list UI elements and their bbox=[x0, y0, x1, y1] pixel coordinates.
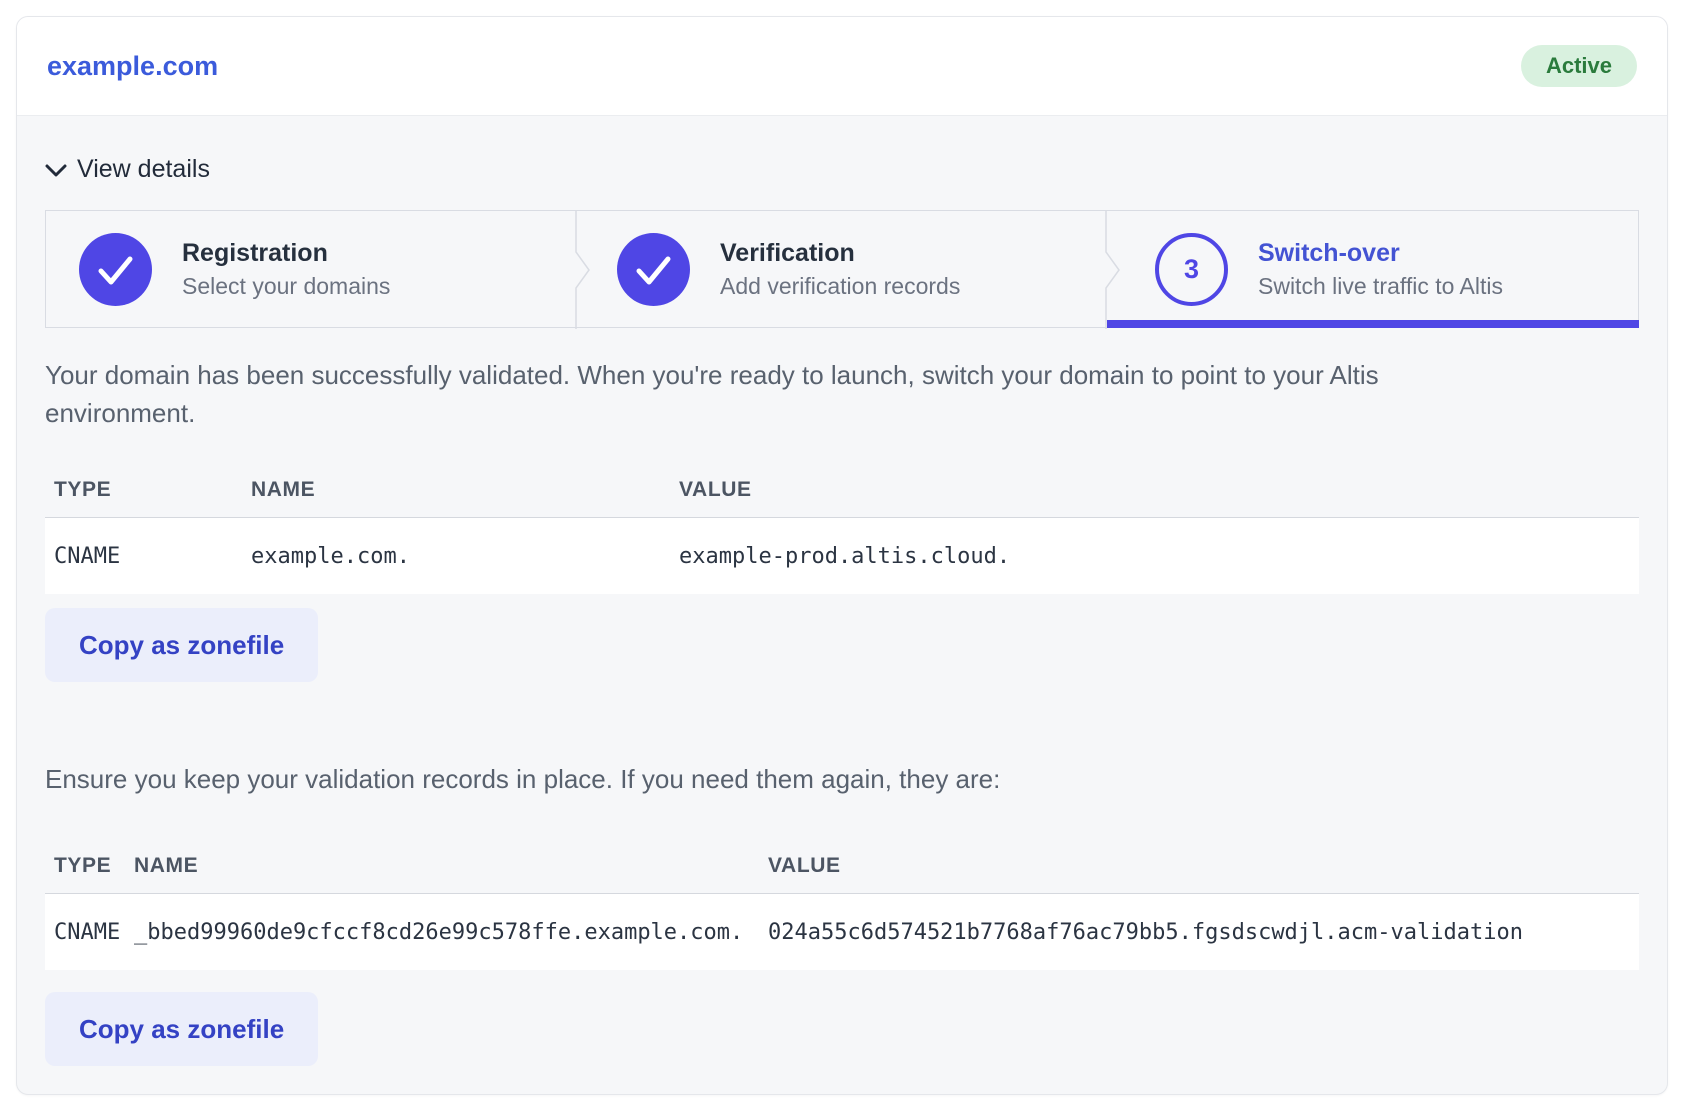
view-details-toggle[interactable]: View details bbox=[45, 155, 210, 184]
step-text: Registration Select your domains bbox=[182, 238, 390, 300]
copy-zonefile-button[interactable]: Copy as zonefile bbox=[45, 992, 318, 1066]
record-name: example.com. bbox=[242, 544, 670, 569]
step-subtitle: Switch live traffic to Altis bbox=[1258, 273, 1503, 300]
record-name: _bbed99960de9cfccf8cd26e99c578ffe.exampl… bbox=[125, 920, 759, 945]
record-type: CNAME bbox=[45, 544, 242, 569]
step-complete-check-icon bbox=[79, 233, 152, 306]
step-subtitle: Add verification records bbox=[720, 273, 960, 300]
step-verification[interactable]: Verification Add verification records bbox=[562, 211, 1100, 327]
chevron-down-icon bbox=[45, 163, 67, 177]
validation-records-table: TYPE NAME VALUE CNAME _bbed99960de9cfccf… bbox=[45, 838, 1639, 970]
stepper: Registration Select your domains Verific… bbox=[45, 210, 1639, 328]
column-header-name: NAME bbox=[125, 854, 759, 878]
step-registration[interactable]: Registration Select your domains bbox=[46, 211, 562, 327]
page: example.com Active View details bbox=[0, 0, 1686, 1120]
table-header-row: TYPE NAME VALUE bbox=[45, 838, 1639, 894]
column-header-name: NAME bbox=[242, 478, 670, 502]
record-value: example-prod.altis.cloud. bbox=[670, 544, 1639, 569]
validation-description: Ensure you keep your validation records … bbox=[45, 760, 1515, 798]
switchover-description: Your domain has been successfully valida… bbox=[45, 356, 1515, 432]
column-header-value: VALUE bbox=[670, 478, 1639, 502]
step-subtitle: Select your domains bbox=[182, 273, 390, 300]
column-header-type: TYPE bbox=[45, 478, 242, 502]
card-body: View details Registration Select your do… bbox=[17, 155, 1667, 1066]
status-badge: Active bbox=[1521, 45, 1637, 87]
view-details-label: View details bbox=[77, 155, 210, 184]
step-text: Verification Add verification records bbox=[720, 238, 960, 300]
domain-card: example.com Active View details bbox=[16, 16, 1668, 1095]
step-complete-check-icon bbox=[617, 233, 690, 306]
table-header-row: TYPE NAME VALUE bbox=[45, 462, 1639, 518]
column-header-type: TYPE bbox=[45, 854, 125, 878]
active-step-indicator bbox=[1107, 320, 1639, 328]
step-number-icon: 3 bbox=[1155, 233, 1228, 306]
card-header: example.com Active bbox=[17, 17, 1667, 116]
column-header-value: VALUE bbox=[759, 854, 1639, 878]
copy-zonefile-button[interactable]: Copy as zonefile bbox=[45, 608, 318, 682]
switchover-records-table: TYPE NAME VALUE CNAME example.com. examp… bbox=[45, 462, 1639, 594]
step-title: Switch-over bbox=[1258, 238, 1503, 269]
table-row: CNAME _bbed99960de9cfccf8cd26e99c578ffe.… bbox=[45, 894, 1639, 970]
record-value: 024a55c6d574521b7768af76ac79bb5.fgsdscwd… bbox=[759, 920, 1639, 945]
step-title: Verification bbox=[720, 238, 960, 269]
step-number: 3 bbox=[1184, 254, 1199, 285]
step-title: Registration bbox=[182, 238, 390, 269]
step-text: Switch-over Switch live traffic to Altis bbox=[1258, 238, 1503, 300]
record-type: CNAME bbox=[45, 920, 125, 945]
step-switch-over[interactable]: 3 Switch-over Switch live traffic to Alt… bbox=[1100, 211, 1638, 327]
domain-link[interactable]: example.com bbox=[47, 51, 218, 82]
table-row: CNAME example.com. example-prod.altis.cl… bbox=[45, 518, 1639, 594]
